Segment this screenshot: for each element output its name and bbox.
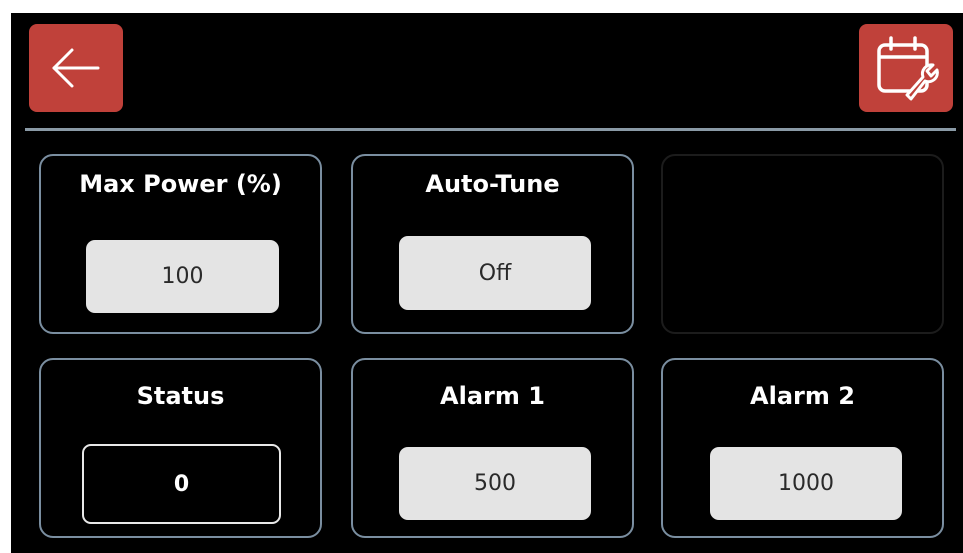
- alarm-1-card: Alarm 1 500: [351, 358, 634, 538]
- alarm-2-title: Alarm 2: [750, 382, 855, 410]
- alarm-2-card: Alarm 2 1000: [661, 358, 944, 538]
- empty-card-slot: [661, 154, 944, 334]
- max-power-card: Max Power (%) 100: [39, 154, 322, 334]
- calendar-wrench-icon: [877, 36, 939, 101]
- alarm-1-title: Alarm 1: [440, 382, 545, 410]
- max-power-value-field[interactable]: 100: [86, 240, 279, 313]
- status-title: Status: [136, 382, 225, 410]
- hmi-screen: Max Power (%) 100 Auto-Tune Off Status 0…: [11, 13, 963, 553]
- auto-tune-title: Auto-Tune: [425, 170, 560, 198]
- back-button[interactable]: [29, 24, 123, 112]
- alarm-1-value-field[interactable]: 500: [399, 447, 591, 520]
- status-value-display: 0: [82, 444, 281, 524]
- auto-tune-card: Auto-Tune Off: [351, 154, 634, 334]
- auto-tune-toggle[interactable]: Off: [399, 236, 591, 310]
- alarm-2-value-field[interactable]: 1000: [710, 447, 902, 520]
- maintenance-schedule-button[interactable]: [859, 24, 953, 112]
- max-power-title: Max Power (%): [79, 170, 282, 198]
- status-card: Status 0: [39, 358, 322, 538]
- header-divider: [25, 128, 956, 131]
- arrow-left-icon: [52, 48, 100, 88]
